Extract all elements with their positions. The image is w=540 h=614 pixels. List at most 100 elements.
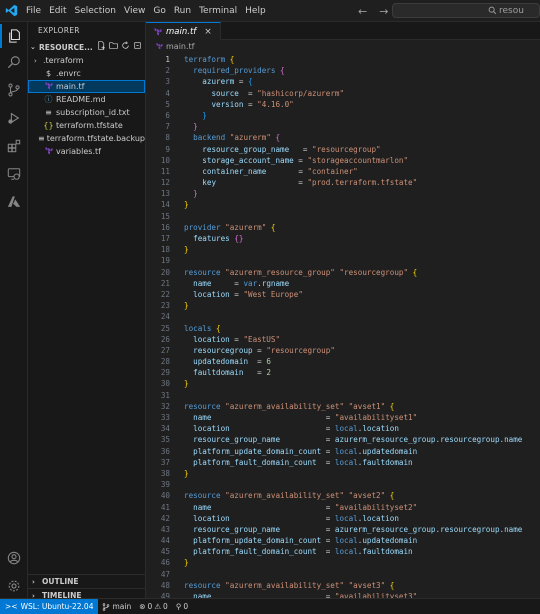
code-line[interactable]: 4 source = "hashicorp/azurerm": [146, 88, 540, 99]
remote-explorer-icon[interactable]: [0, 162, 28, 186]
code-line[interactable]: 36 platform_update_domain_count = local.…: [146, 446, 540, 457]
tree-item-envrc[interactable]: $ .envrc: [28, 67, 145, 80]
code-line[interactable]: 13 }: [146, 188, 540, 199]
code-line[interactable]: 41 name = "availabilityset2": [146, 502, 540, 513]
code-line[interactable]: 37 platform_fault_domain_count = local.f…: [146, 457, 540, 468]
code-token: required_providers: [193, 66, 276, 76]
code-line[interactable]: 42 location = local.location: [146, 513, 540, 524]
account-icon[interactable]: [0, 546, 28, 570]
remote-indicator[interactable]: >< WSL: Ubuntu-22.04: [0, 598, 99, 614]
code-line[interactable]: 12 key = "prod.terraform.tfstate": [146, 177, 540, 188]
code-line[interactable]: 23}: [146, 300, 540, 311]
code-line[interactable]: 20 resource "azurerm_resource_group" "res…: [146, 267, 540, 278]
command-center-search[interactable]: resou: [392, 3, 540, 18]
code-line[interactable]: 6 }: [146, 110, 540, 121]
code-line[interactable]: 3 azurerm = {: [146, 76, 540, 87]
menu-file[interactable]: File: [22, 0, 45, 22]
breadcrumb-file[interactable]: main.tf: [166, 42, 194, 51]
run-debug-icon[interactable]: [0, 106, 28, 130]
tree-item-tfstate[interactable]: {} terraform.tfstate: [28, 119, 145, 132]
menu-view[interactable]: View: [120, 0, 149, 22]
search-icon[interactable]: [0, 50, 28, 74]
code-token: {: [229, 55, 235, 64]
code-line[interactable]: 38}: [146, 468, 540, 479]
ports-indicator[interactable]: ⚲ 0: [172, 602, 192, 611]
outline-section[interactable]: › OUTLINE: [28, 574, 145, 588]
code-line[interactable]: 33 name = "availabilityset1": [146, 412, 540, 423]
branch-indicator[interactable]: main: [98, 602, 135, 611]
code-line[interactable]: 28 updatedomain = 6: [146, 356, 540, 367]
problems-indicator[interactable]: ⊗ 0 ⚠ 0: [135, 602, 172, 611]
code-line[interactable]: 9 resource_group_name = "resourcegroup": [146, 144, 540, 155]
menu-go[interactable]: Go: [149, 0, 169, 22]
tree-item-variables-tf[interactable]: variables.tf: [28, 145, 145, 158]
tree-item-main-tf[interactable]: main.tf: [28, 80, 145, 93]
code-token: {: [280, 66, 285, 76]
code-line[interactable]: 44 platform_update_domain_count = local.…: [146, 535, 540, 546]
code-line[interactable]: 7 }: [146, 121, 540, 132]
code-line[interactable]: 45 platform_fault_domain_count = local.f…: [146, 546, 540, 557]
close-icon[interactable]: ×: [204, 27, 212, 37]
source-control-icon[interactable]: [0, 78, 28, 102]
code-token: =: [321, 536, 335, 546]
refresh-icon[interactable]: [121, 41, 130, 50]
tab-main-tf[interactable]: main.tf ×: [146, 22, 221, 40]
workspace-root[interactable]: ⌄ RESOURCE...: [28, 40, 145, 54]
code-line[interactable]: 43 resource_group_name = azurerm_resourc…: [146, 524, 540, 535]
tree-item-terraform-folder[interactable]: › .terraform: [28, 54, 145, 67]
arrow-right-icon[interactable]: →: [379, 5, 388, 18]
code-line[interactable]: 19: [146, 255, 540, 266]
code-line[interactable]: 48 resource "azurerm_availability_set" "a…: [146, 580, 540, 591]
code-line[interactable]: 25 locals {: [146, 323, 540, 334]
code-line[interactable]: 1 terraform {: [146, 54, 540, 65]
code-line[interactable]: 47: [146, 569, 540, 580]
new-file-icon[interactable]: [97, 41, 106, 50]
code-line[interactable]: 32 resource "azurerm_availability_set" "a…: [146, 401, 540, 412]
code-line[interactable]: 40 resource "azurerm_availability_set" "a…: [146, 490, 540, 501]
azure-icon[interactable]: [0, 190, 28, 214]
tree-item-subscription-id[interactable]: ≡ subscription_id.txt: [28, 106, 145, 119]
code-token: resource_group_name: [202, 144, 290, 154]
code-line[interactable]: 5 version = "4.16.0": [146, 99, 540, 110]
code-line[interactable]: 22 location = "West Europe": [146, 289, 540, 300]
new-folder-icon[interactable]: [109, 41, 118, 50]
tree-item-label: terraform.tfstate.backup: [46, 134, 145, 143]
menu-selection[interactable]: Selection: [71, 0, 120, 22]
tree-item-tfstate-backup[interactable]: ≡ terraform.tfstate.backup: [28, 132, 145, 145]
code-line[interactable]: 2 required_providers {: [146, 65, 540, 76]
code-line[interactable]: 39: [146, 479, 540, 490]
code-line[interactable]: 27 resourcegroup = "resourcegroup": [146, 345, 540, 356]
collapse-all-icon[interactable]: [133, 41, 142, 50]
code-line[interactable]: 15: [146, 211, 540, 222]
extensions-icon[interactable]: [0, 134, 28, 158]
code-line[interactable]: 49 name = "availabilityset3": [146, 591, 540, 598]
code-line[interactable]: 16 provider "azurerm" {: [146, 222, 540, 233]
code-line[interactable]: 35 resource_group_name = azurerm_resourc…: [146, 434, 540, 445]
code-line[interactable]: 17 features {}: [146, 233, 540, 244]
code-token: =: [229, 424, 335, 434]
code-line[interactable]: 14}: [146, 199, 540, 210]
menu-help[interactable]: Help: [241, 0, 270, 22]
code-line[interactable]: 31: [146, 390, 540, 401]
arrow-left-icon[interactable]: ←: [358, 5, 367, 18]
code-line[interactable]: 21 name = var.rgname: [146, 278, 540, 289]
menu-run[interactable]: Run: [170, 0, 195, 22]
code-token: resource: [184, 401, 221, 411]
code-line[interactable]: 34 location = local.location: [146, 423, 540, 434]
code-line[interactable]: 11 container_name = "container": [146, 166, 540, 177]
files-icon[interactable]: [0, 24, 28, 48]
code-line[interactable]: 18}: [146, 244, 540, 255]
code-line[interactable]: 30}: [146, 378, 540, 389]
menu-edit[interactable]: Edit: [45, 0, 70, 22]
code-line[interactable]: 8 backend "azurerm" {: [146, 132, 540, 143]
code-line[interactable]: 29 faultdomain = 2: [146, 367, 540, 378]
code-line[interactable]: 10 storage_account_name = "storageaccoun…: [146, 155, 540, 166]
menu-terminal[interactable]: Terminal: [195, 0, 241, 22]
code-editor[interactable]: 1 terraform {2 required_providers {3 azur…: [146, 54, 540, 598]
code-line[interactable]: 24: [146, 311, 540, 322]
code-line[interactable]: 26 location = "EastUS": [146, 334, 540, 345]
gear-icon[interactable]: [0, 574, 28, 598]
tree-item-readme[interactable]: ⓘ README.md: [28, 93, 145, 106]
code-line[interactable]: 46}: [146, 557, 540, 568]
